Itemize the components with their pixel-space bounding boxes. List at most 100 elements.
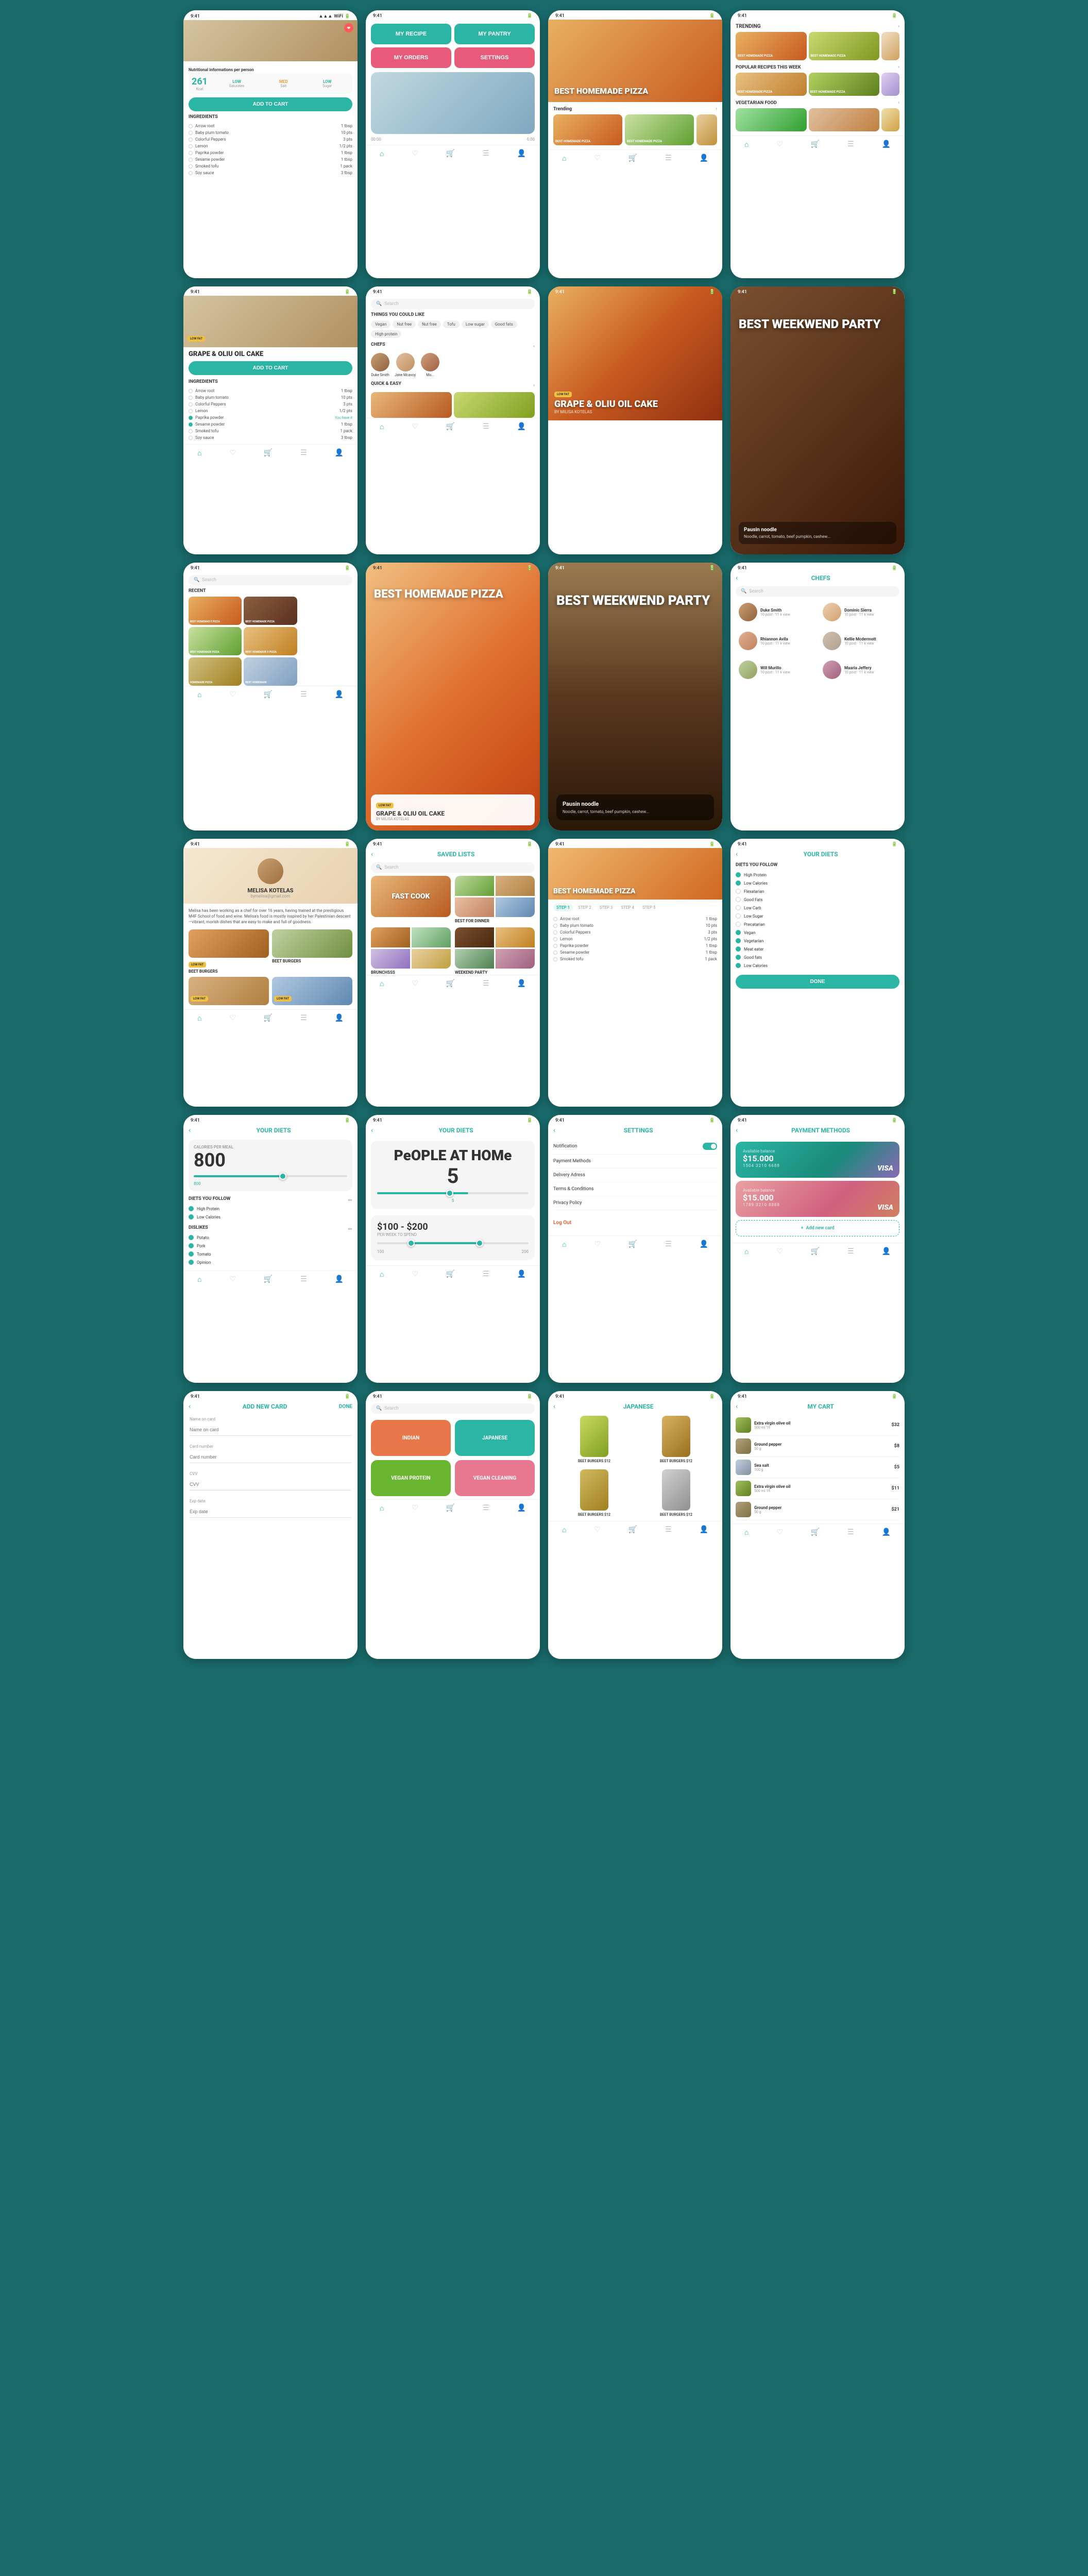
filter-icon[interactable]: ☰ xyxy=(300,1275,307,1284)
back-arrow[interactable]: ‹ xyxy=(736,850,738,858)
done-button[interactable]: DONE xyxy=(736,975,899,989)
profile-icon[interactable]: 👤 xyxy=(517,149,526,158)
back-arrow[interactable]: ‹ xyxy=(553,1126,555,1134)
home-icon[interactable]: ⌂ xyxy=(744,1528,749,1537)
cart-icon[interactable]: 🛒 xyxy=(628,1240,637,1249)
search-bar[interactable]: 🔍 Search xyxy=(736,586,899,597)
chevron-icon[interactable]: › xyxy=(533,344,535,349)
back-arrow[interactable]: ‹ xyxy=(371,1126,373,1134)
tag-goodfats[interactable]: Good fats xyxy=(491,320,517,328)
log-out-button[interactable]: Log Out xyxy=(553,1220,571,1226)
profile-icon[interactable]: 👤 xyxy=(517,1504,526,1513)
step-5[interactable]: STEP 5 xyxy=(639,904,659,911)
cart-icon[interactable]: 🛒 xyxy=(264,690,273,699)
filter-icon[interactable]: ☰ xyxy=(847,1247,854,1256)
bookmark-icon[interactable]: ♡ xyxy=(594,1526,601,1534)
edit-dislikes-icon[interactable]: ✏ xyxy=(348,1227,352,1232)
profile-icon[interactable]: 👤 xyxy=(517,1270,526,1279)
bookmark-icon[interactable]: ♡ xyxy=(229,449,236,457)
chevron-icon[interactable]: › xyxy=(716,106,717,112)
home-icon[interactable]: ⌂ xyxy=(380,422,384,431)
bookmark-icon[interactable]: ♡ xyxy=(229,1275,236,1284)
cart-icon[interactable]: 🛒 xyxy=(264,1014,273,1023)
tag-nutfree[interactable]: Nut free xyxy=(393,320,416,328)
profile-icon[interactable]: 👤 xyxy=(700,154,708,163)
filter-icon[interactable]: ☰ xyxy=(300,690,307,699)
exp-input[interactable] xyxy=(190,1506,351,1518)
privacy-row[interactable]: Privacy Policy xyxy=(553,1196,717,1210)
my-orders-tab[interactable]: MY ORDERS xyxy=(371,47,451,68)
home-icon[interactable]: ⌂ xyxy=(197,449,201,457)
bookmark-icon[interactable]: ♡ xyxy=(412,1504,418,1513)
payment-methods-row[interactable]: Payment Methods xyxy=(553,1155,717,1168)
terms-row[interactable]: Terms & Conditions xyxy=(553,1182,717,1196)
chevron-icon[interactable]: › xyxy=(898,64,899,70)
filter-icon[interactable]: ☰ xyxy=(483,149,489,158)
filter-icon[interactable]: ☰ xyxy=(665,154,672,163)
edit-icon[interactable]: ✏ xyxy=(348,1198,352,1204)
bookmark-icon[interactable]: ♡ xyxy=(412,422,418,431)
back-arrow[interactable]: ‹ xyxy=(736,1126,738,1134)
home-icon[interactable]: ⌂ xyxy=(380,1270,384,1279)
cart-icon[interactable]: 🛒 xyxy=(811,1528,820,1537)
calories-slider[interactable] xyxy=(194,1175,347,1177)
bookmark-icon[interactable]: ♡ xyxy=(412,1270,418,1279)
cart-icon[interactable]: 🛒 xyxy=(811,140,820,149)
home-icon[interactable]: ⌂ xyxy=(562,1240,566,1249)
home-icon[interactable]: ⌂ xyxy=(562,1526,566,1534)
chevron-icon[interactable]: › xyxy=(898,24,899,29)
filter-icon[interactable]: ☰ xyxy=(483,422,489,431)
search-bar[interactable]: 🔍 Search xyxy=(371,299,535,309)
add-new-card-button[interactable]: + Add new card xyxy=(736,1220,899,1236)
profile-icon[interactable]: 👤 xyxy=(517,979,526,988)
filter-icon[interactable]: ☰ xyxy=(847,140,854,149)
bookmark-icon[interactable]: ♡ xyxy=(776,140,783,149)
step-4[interactable]: STEP 4 xyxy=(618,904,637,911)
back-arrow[interactable]: ‹ xyxy=(189,1402,191,1411)
home-icon[interactable]: ⌂ xyxy=(380,149,384,158)
cart-icon[interactable]: 🛒 xyxy=(628,1526,637,1534)
back-arrow[interactable]: ‹ xyxy=(553,1402,555,1411)
cart-icon[interactable]: 🛒 xyxy=(446,422,455,431)
search-bar[interactable]: 🔍 Search xyxy=(371,1403,535,1414)
my-recipe-tab[interactable]: MY RECIPE xyxy=(371,24,451,44)
profile-icon[interactable]: 👤 xyxy=(335,449,344,457)
bookmark-icon[interactable]: ♡ xyxy=(412,979,418,988)
home-icon[interactable]: ⌂ xyxy=(197,1014,201,1023)
search-bar[interactable]: 🔍 Search xyxy=(189,575,352,585)
tag-lowsugar[interactable]: Low sugar xyxy=(462,320,489,328)
filter-icon[interactable]: ☰ xyxy=(483,1504,489,1513)
home-icon[interactable]: ⌂ xyxy=(562,154,566,163)
add-to-cart-button[interactable]: ADD TO CART xyxy=(189,361,352,375)
home-icon[interactable]: ⌂ xyxy=(197,1275,201,1284)
cart-icon[interactable]: 🛒 xyxy=(446,149,455,158)
notification-toggle[interactable] xyxy=(703,1143,717,1150)
profile-icon[interactable]: 👤 xyxy=(882,1247,891,1256)
profile-icon[interactable]: 👤 xyxy=(700,1526,708,1534)
search-bar[interactable]: 🔍 Search xyxy=(371,862,535,873)
home-icon[interactable]: ⌂ xyxy=(744,1247,749,1256)
home-icon[interactable]: ⌂ xyxy=(744,140,749,149)
chevron-icon[interactable]: › xyxy=(898,100,899,106)
filter-icon[interactable]: ☰ xyxy=(847,1528,854,1537)
add-to-cart-button[interactable]: ADD TO CART xyxy=(189,97,352,111)
cart-icon[interactable]: 🛒 xyxy=(446,1504,455,1513)
back-arrow[interactable]: ‹ xyxy=(736,1402,738,1411)
profile-icon[interactable]: 👤 xyxy=(517,422,526,431)
category-vegan-protein[interactable]: VEGAN PROTEIN xyxy=(371,1460,451,1496)
tag-tofu[interactable]: Tofu xyxy=(443,320,460,328)
bookmark-icon[interactable]: ♡ xyxy=(229,1014,236,1023)
cart-icon[interactable]: 🛒 xyxy=(264,1275,273,1284)
cart-icon[interactable]: 🛒 xyxy=(811,1247,820,1256)
my-pantry-tab[interactable]: MY PANTRY xyxy=(454,24,535,44)
card-number-input[interactable] xyxy=(190,1451,351,1463)
profile-icon[interactable]: 👤 xyxy=(335,1014,344,1023)
profile-icon[interactable]: 👤 xyxy=(700,1240,708,1249)
cart-icon[interactable]: 🛒 xyxy=(264,449,273,457)
name-input[interactable] xyxy=(190,1424,351,1436)
bookmark-icon[interactable]: ♡ xyxy=(776,1247,783,1256)
people-slider[interactable] xyxy=(377,1192,529,1194)
home-icon[interactable]: ⌂ xyxy=(380,979,384,988)
cart-icon[interactable]: 🛒 xyxy=(446,979,455,988)
home-icon[interactable]: ⌂ xyxy=(380,1504,384,1513)
